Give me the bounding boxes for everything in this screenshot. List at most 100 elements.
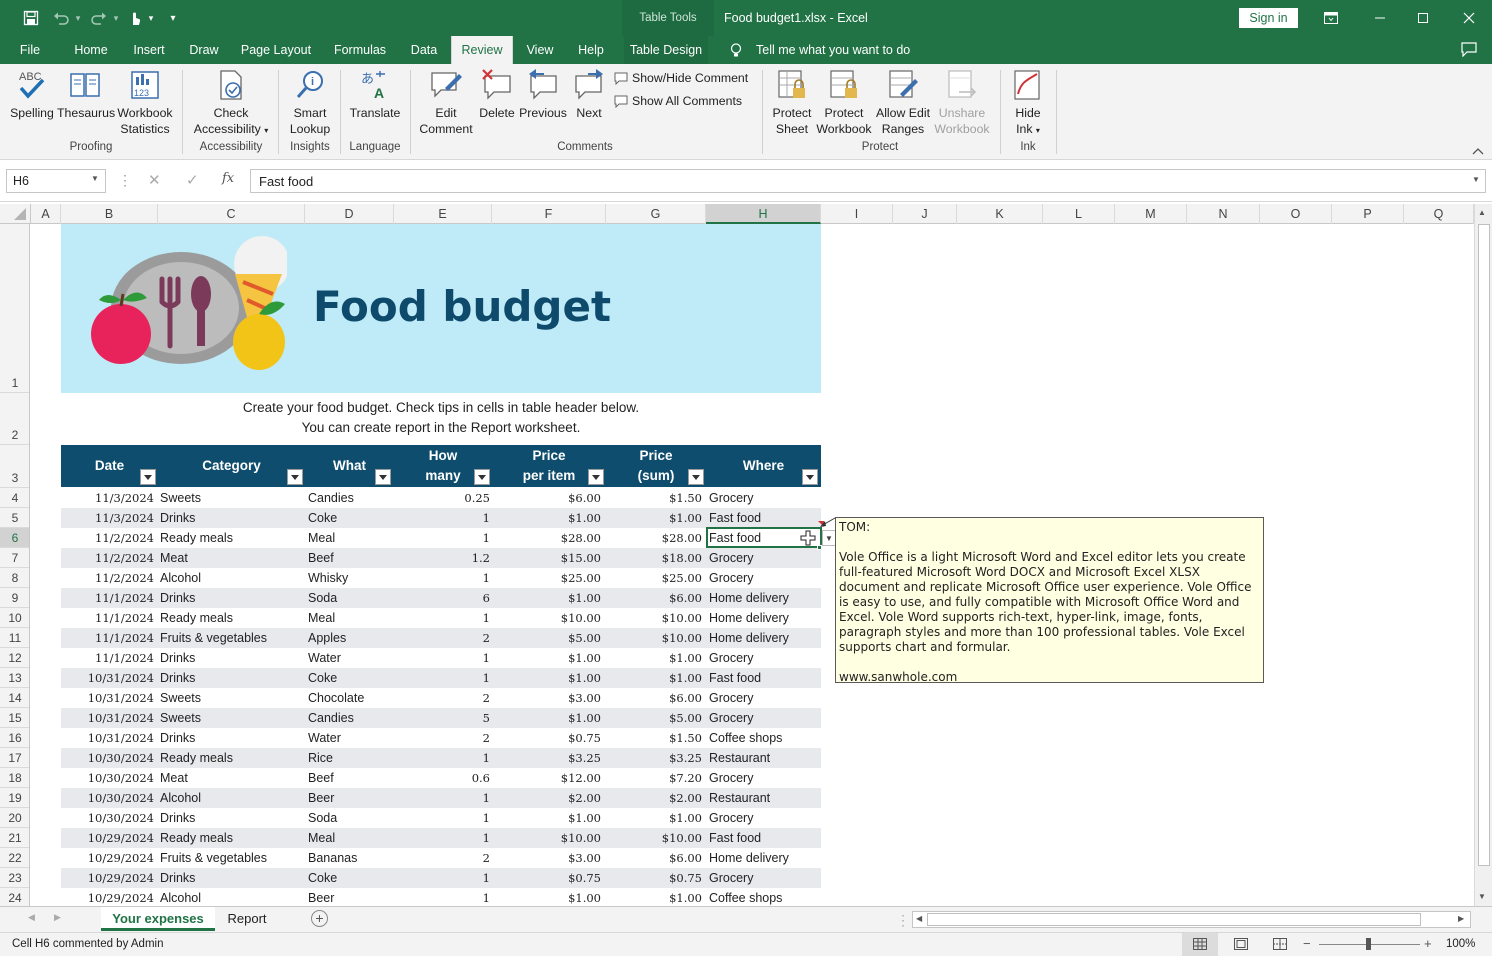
cell-qty[interactable]: 0.25 (394, 491, 490, 505)
row-header[interactable]: 23 (0, 868, 29, 888)
row-header[interactable]: 11 (0, 628, 29, 648)
select-all-corner[interactable] (0, 204, 31, 224)
cell-price[interactable]: $1.00 (492, 711, 601, 725)
scroll-up-icon[interactable]: ▲ (1478, 208, 1486, 217)
zoom-in-icon[interactable]: + (1424, 936, 1432, 951)
cell-sum[interactable]: $10.00 (606, 611, 702, 625)
cell-sum[interactable]: $1.00 (606, 511, 702, 525)
workbook-statistics-button[interactable]: 123 Workbook Statistics (114, 68, 176, 137)
cell-what[interactable]: Candies (308, 491, 394, 505)
undo-dropdown-icon[interactable]: ▾ (72, 8, 84, 28)
cell-category[interactable]: Drinks (160, 591, 300, 605)
cell-category[interactable]: Drinks (160, 731, 300, 745)
column-header-b[interactable]: B (61, 204, 158, 224)
column-header-a[interactable]: A (31, 204, 61, 224)
filter-dropdown-what[interactable] (375, 469, 391, 485)
cell-price[interactable]: $0.75 (492, 871, 601, 885)
cell-where[interactable]: Restaurant (709, 791, 819, 805)
cell-price[interactable]: $10.00 (492, 831, 601, 845)
cell-where[interactable]: Grocery (709, 811, 819, 825)
cell-category[interactable]: Ready meals (160, 611, 300, 625)
hide-ink-button[interactable]: Hide Ink ▾ (1006, 68, 1050, 139)
sheet-tab-report[interactable]: Report (216, 907, 278, 931)
cell-what[interactable]: Rice (308, 751, 394, 765)
cell-category[interactable]: Sweets (160, 691, 300, 705)
cell-date[interactable]: 11/2/2024 (61, 551, 154, 565)
cell-what[interactable]: Meal (308, 531, 394, 545)
cell-where[interactable]: Home delivery (709, 631, 819, 645)
cell-what[interactable]: Bananas (308, 851, 394, 865)
cell-price[interactable]: $1.00 (492, 891, 601, 905)
delete-comment-button[interactable]: Delete (476, 68, 518, 121)
cell-category[interactable]: Meat (160, 771, 300, 785)
cell-qty[interactable]: 1.2 (394, 551, 490, 565)
column-header-g[interactable]: G (606, 204, 706, 224)
row-header[interactable]: 2 (0, 393, 29, 445)
touch-mode-icon[interactable] (124, 8, 146, 28)
cell-category[interactable]: Alcohol (160, 791, 300, 805)
cell-date[interactable]: 10/31/2024 (61, 671, 154, 685)
cell-category[interactable]: Ready meals (160, 531, 300, 545)
vertical-scrollbar[interactable]: ▲ ▼ (1474, 204, 1492, 906)
cell-date[interactable]: 10/31/2024 (61, 691, 154, 705)
cell-sum[interactable]: $10.00 (606, 631, 702, 645)
tab-view[interactable]: View (520, 36, 560, 64)
row-header[interactable]: 5 (0, 508, 29, 528)
fill-handle[interactable] (817, 545, 822, 550)
sign-in-button[interactable]: Sign in (1239, 8, 1298, 28)
cell-category[interactable]: Drinks (160, 651, 300, 665)
next-comment-button[interactable]: Next (568, 68, 610, 121)
spelling-button[interactable]: ABC Spelling (9, 68, 55, 121)
cell-date[interactable]: 11/2/2024 (61, 571, 154, 585)
cell-category[interactable]: Drinks (160, 671, 300, 685)
column-header-i[interactable]: I (821, 204, 893, 224)
cell-category[interactable]: Meat (160, 551, 300, 565)
cell-qty[interactable]: 1 (394, 871, 490, 885)
cell-what[interactable]: Water (308, 651, 394, 665)
maximize-icon[interactable] (1413, 8, 1433, 28)
column-header-d[interactable]: D (305, 204, 394, 224)
row-header[interactable]: 8 (0, 568, 29, 588)
formula-input[interactable]: Fast food (250, 169, 1486, 193)
cell-sum[interactable]: $1.00 (606, 651, 702, 665)
cell-qty[interactable]: 1 (394, 891, 490, 905)
expand-formula-bar-icon[interactable]: ▼ (1472, 175, 1480, 184)
cell-sum[interactable]: $7.20 (606, 771, 702, 785)
ribbon-display-options-icon[interactable] (1321, 8, 1341, 28)
check-accessibility-button[interactable]: Check Accessibility ▾ (188, 68, 274, 139)
cell-category[interactable]: Fruits & vegetables (160, 851, 300, 865)
cell-qty[interactable]: 1 (394, 651, 490, 665)
tab-data[interactable]: Data (404, 36, 444, 64)
cell-sum[interactable]: $1.00 (606, 891, 702, 905)
column-header-j[interactable]: J (893, 204, 957, 224)
tell-me-search[interactable]: Tell me what you want to do (756, 36, 910, 64)
cell-price[interactable]: $25.00 (492, 571, 601, 585)
cell-where[interactable]: Grocery (709, 711, 819, 725)
next-sheet-icon[interactable]: ▶ (54, 912, 61, 923)
tab-home[interactable]: Home (66, 36, 116, 64)
cell-what[interactable]: Beer (308, 891, 394, 905)
minimize-icon[interactable] (1370, 8, 1390, 28)
column-header-e[interactable]: E (394, 204, 492, 224)
cell-sum[interactable]: $6.00 (606, 691, 702, 705)
row-header[interactable]: 3 (0, 445, 29, 488)
cell-price[interactable]: $1.00 (492, 671, 601, 685)
cell-qty[interactable]: 1 (394, 671, 490, 685)
cell-sum[interactable]: $2.00 (606, 791, 702, 805)
header-category[interactable]: Category (158, 445, 305, 487)
filter-dropdown-how-many[interactable] (474, 469, 490, 485)
cell-where[interactable]: Grocery (709, 771, 819, 785)
cell-where[interactable]: Coffee shops (709, 891, 819, 905)
redo-dropdown-icon[interactable]: ▾ (110, 8, 122, 28)
scroll-left-icon[interactable]: ◀ (916, 914, 922, 923)
cell-price[interactable]: $15.00 (492, 551, 601, 565)
filter-dropdown-date[interactable] (140, 469, 156, 485)
cell-where[interactable]: Restaurant (709, 751, 819, 765)
cell-qty[interactable]: 1 (394, 831, 490, 845)
cell-sum[interactable]: $25.00 (606, 571, 702, 585)
horizontal-scroll-thumb[interactable] (927, 913, 1421, 926)
cell-qty[interactable]: 1 (394, 531, 490, 545)
cell-where[interactable]: Home delivery (709, 611, 819, 625)
cell-where[interactable]: Fast food (709, 831, 819, 845)
tab-split-icon[interactable]: ⋮ (896, 912, 910, 929)
